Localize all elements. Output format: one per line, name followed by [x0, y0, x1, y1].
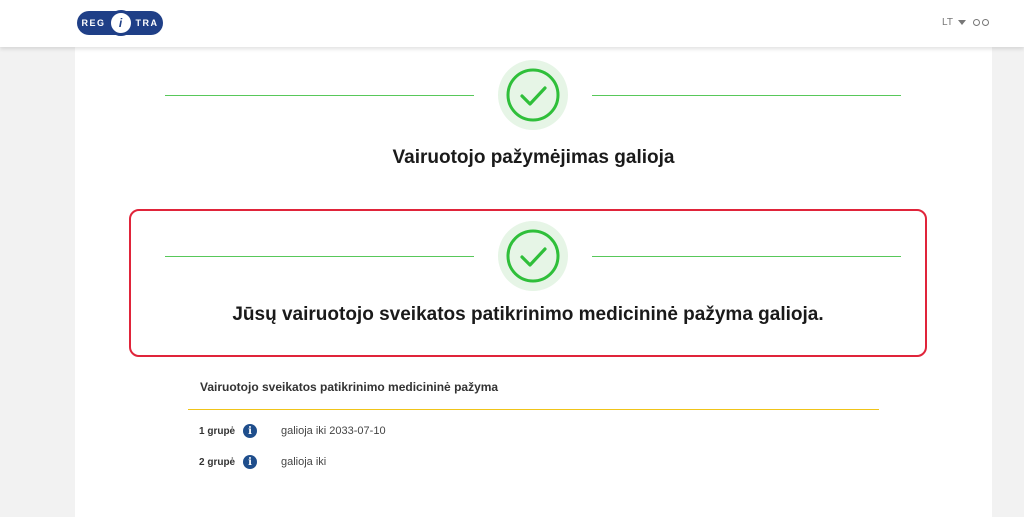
medical-status-indicator	[165, 208, 901, 291]
section-divider	[188, 409, 879, 410]
medical-certificate-heading: Vairuotojo sveikatos patikrinimo medicin…	[200, 380, 499, 394]
group-row-1: 1 grupė i galioja iki 2033-07-10	[199, 423, 386, 439]
info-icon[interactable]: i	[243, 424, 257, 438]
license-status-indicator	[165, 47, 901, 130]
license-status-title: Vairuotojo pažymėjimas galioja	[392, 147, 675, 168]
divider-right	[592, 256, 901, 257]
registra-logo[interactable]: REG i TRA	[77, 10, 163, 36]
divider-left	[165, 256, 474, 257]
divider-right	[592, 95, 901, 96]
main-card: Vairuotojo pažymėjimas galioja Jūsų vair…	[75, 47, 992, 517]
group-label: 2 grupė	[199, 456, 236, 468]
group-validity: galioja iki 2033-07-10	[281, 425, 386, 437]
chevron-down-icon	[957, 20, 966, 25]
language-selector[interactable]: LT	[942, 17, 991, 28]
logo-ring: i	[107, 10, 134, 36]
group-label: 1 grupė	[199, 425, 236, 437]
language-label: LT	[942, 17, 953, 28]
logo-text-left: REG	[81, 18, 106, 28]
glasses-icon[interactable]	[972, 18, 991, 27]
group-validity: galioja iki	[281, 456, 327, 468]
medical-status-title: Jūsų vairuotojo sveikatos patikrinimo me…	[232, 304, 824, 325]
logo-text-right: TRA	[135, 18, 159, 28]
logo-text-mid: i	[118, 16, 123, 30]
top-bar: REG i TRA LT	[0, 0, 1024, 47]
group-row-2: 2 grupė i galioja iki	[199, 454, 326, 470]
check-circle-icon	[498, 221, 568, 291]
check-circle-icon	[498, 60, 568, 130]
info-icon[interactable]: i	[243, 455, 257, 469]
medical-status-box: Jūsų vairuotojo sveikatos patikrinimo me…	[129, 209, 927, 357]
divider-left	[165, 95, 474, 96]
